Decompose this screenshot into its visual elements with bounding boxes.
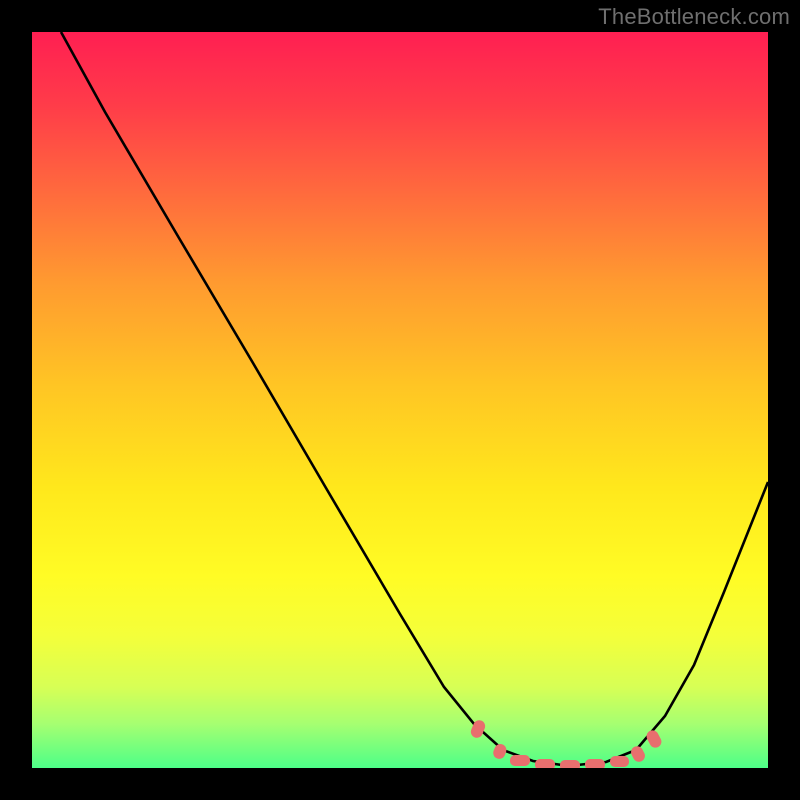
chart-frame: TheBottleneck.com [0,0,800,800]
curve-layer [32,32,768,768]
optimal-band [469,718,663,768]
watermark-text: TheBottleneck.com [598,4,790,30]
bottleneck-curve [61,32,768,765]
plot-area [32,32,768,768]
